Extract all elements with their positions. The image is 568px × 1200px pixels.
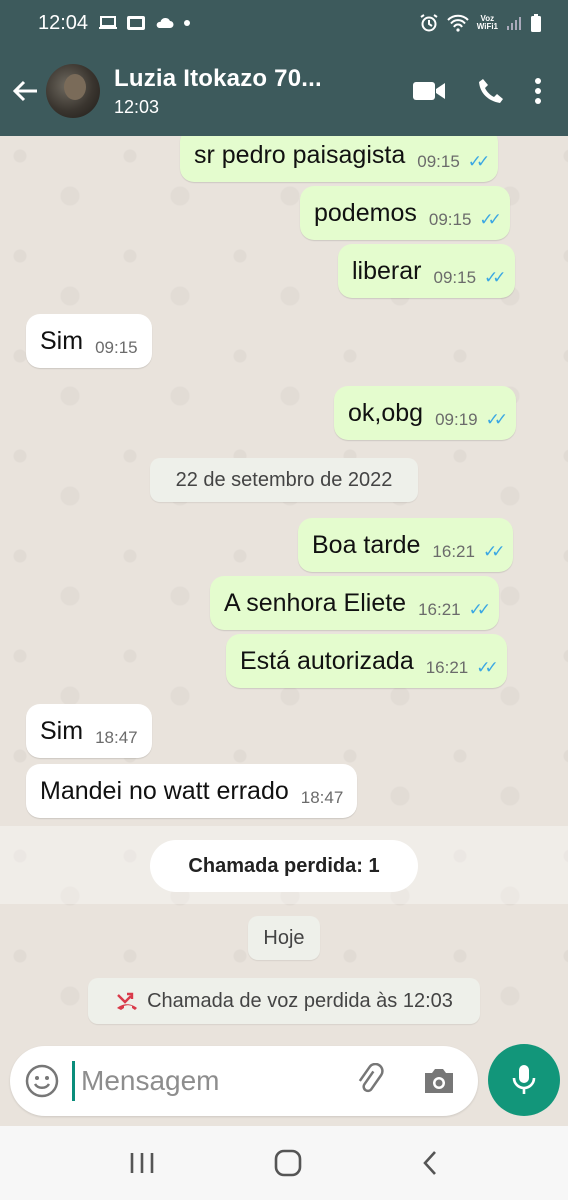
message-text: Está autorizada	[240, 646, 414, 675]
read-ticks-icon: ✓✓	[467, 152, 490, 171]
status-left-icons	[98, 15, 192, 31]
message-bubble[interactable]: Mandei no watt errado 18:47	[26, 764, 358, 818]
mic-icon	[512, 1065, 536, 1094]
wifi-label: WiFi1	[476, 22, 498, 31]
message-meta: 09:15 ✓✓	[417, 152, 490, 172]
contact-name: Luzia Itokazo 70...	[114, 64, 322, 92]
message-bubble[interactable]: Está autorizada 16:21 ✓✓	[226, 634, 507, 688]
read-ticks-icon: ✓✓	[482, 542, 505, 561]
status-time: 12:04	[38, 11, 89, 34]
message-text: Boa tarde	[312, 530, 421, 559]
message-bubble[interactable]: Sim 09:15	[26, 314, 152, 368]
date-separator: 22 de setembro de 2022	[150, 458, 418, 502]
missed-voice-call-label: Chamada de voz perdida às 12:03	[147, 989, 453, 1012]
laptop-icon	[99, 16, 118, 29]
message-composer	[10, 1046, 478, 1116]
video-call-icon[interactable]	[412, 79, 446, 103]
message-meta: 09:15 ✓✓	[428, 210, 502, 230]
cloud-icon	[156, 17, 174, 28]
image-icon	[127, 16, 146, 30]
message-meta: 09:15 ✓✓	[433, 268, 506, 288]
message-time: 18:47	[300, 788, 344, 807]
missed-voice-call-notice[interactable]: Chamada de voz perdida às 12:03	[88, 978, 480, 1024]
back-button[interactable]	[0, 76, 44, 106]
message-time: 16:21	[432, 542, 475, 561]
camera-icon[interactable]	[421, 1065, 457, 1097]
missed-calls-label: Chamada perdida: 1	[188, 854, 380, 877]
vowifi-indicator: Voz WiFi1	[477, 15, 498, 31]
message-bubble[interactable]: Boa tarde 16:21 ✓✓	[298, 518, 514, 572]
status-bar: 12:04 Voz WiFi1	[0, 0, 568, 46]
emoji-icon[interactable]	[24, 1063, 60, 1099]
back-nav-icon[interactable]	[420, 1149, 440, 1177]
message-bubble[interactable]: A senhora Eliete 16:21 ✓✓	[210, 576, 500, 630]
message-bubble[interactable]: podemos 09:15 ✓✓	[300, 186, 510, 240]
home-icon[interactable]	[273, 1148, 303, 1178]
status-right-icons: Voz WiFi1	[419, 13, 542, 33]
message-time: 16:21	[425, 658, 469, 677]
message-text: sr pedro paisagista	[194, 140, 406, 169]
more-options-icon[interactable]	[534, 77, 542, 105]
message-time: 09:15	[95, 338, 138, 357]
message-bubble[interactable]: Sim 18:47	[26, 704, 152, 758]
message-time: 09:19	[435, 410, 478, 429]
message-text: A senhora Eliete	[224, 588, 407, 617]
read-ticks-icon: ✓✓	[479, 210, 501, 229]
contact-info[interactable]: Luzia Itokazo 70... 12:03	[114, 65, 322, 118]
battery-icon	[531, 14, 541, 32]
recents-icon[interactable]	[128, 1150, 156, 1176]
message-bubble[interactable]: liberar 09:15 ✓✓	[338, 244, 515, 298]
mic-button[interactable]	[488, 1044, 560, 1116]
message-time: 18:47	[95, 728, 138, 747]
message-text: podemos	[314, 198, 417, 227]
message-text: liberar	[352, 256, 422, 285]
read-ticks-icon: ✓✓	[476, 658, 498, 677]
message-text: Sim	[40, 716, 84, 745]
message-meta: 16:21 ✓✓	[425, 658, 499, 678]
system-navigation-bar	[0, 1126, 568, 1200]
message-meta: 18:47	[95, 728, 138, 748]
message-bubble[interactable]: ok,obg 09:19 ✓✓	[334, 386, 517, 440]
signal-icon	[507, 17, 521, 30]
message-input[interactable]	[81, 1065, 351, 1097]
message-time: 09:15	[433, 268, 477, 287]
text-caret	[72, 1061, 75, 1101]
read-ticks-icon: ✓✓	[468, 600, 491, 619]
message-meta: 16:21 ✓✓	[432, 542, 505, 562]
chat-header: Luzia Itokazo 70... 12:03	[0, 46, 568, 136]
message-text: Mandei no watt errado	[40, 776, 289, 805]
read-ticks-icon: ✓✓	[484, 268, 506, 287]
read-ticks-icon: ✓✓	[485, 410, 508, 429]
date-separator-label: Hoje	[263, 926, 305, 949]
dot-icon	[184, 20, 191, 26]
message-time: 09:15	[428, 210, 472, 229]
attach-icon[interactable]	[353, 1063, 389, 1099]
message-bubble[interactable]: sr pedro paisagista 09:15 ✓✓	[180, 136, 499, 182]
message-meta: 09:19 ✓✓	[435, 410, 508, 430]
missed-calls-pill[interactable]: Chamada perdida: 1	[150, 840, 418, 892]
chat-area[interactable]: sr pedro paisagista 09:15 ✓✓ podemos 09:1…	[0, 136, 568, 1040]
header-actions	[412, 77, 568, 105]
wifi-icon	[447, 14, 469, 32]
message-meta: 16:21 ✓✓	[418, 600, 491, 620]
message-text: Sim	[40, 326, 84, 355]
message-text: ok,obg	[348, 398, 424, 427]
last-seen: 12:03	[114, 96, 160, 117]
message-meta: 18:47	[301, 788, 344, 808]
date-separator-label: 22 de setembro de 2022	[175, 468, 393, 491]
missed-call-icon	[117, 992, 138, 1010]
message-time: 16:21	[418, 600, 461, 619]
contact-avatar[interactable]	[46, 64, 100, 118]
date-separator-today: Hoje	[248, 916, 320, 960]
message-time: 09:15	[417, 152, 460, 171]
back-arrow-icon	[12, 80, 37, 102]
message-meta: 09:15	[95, 338, 138, 358]
voice-call-icon[interactable]	[476, 77, 504, 105]
alarm-icon	[420, 14, 438, 32]
